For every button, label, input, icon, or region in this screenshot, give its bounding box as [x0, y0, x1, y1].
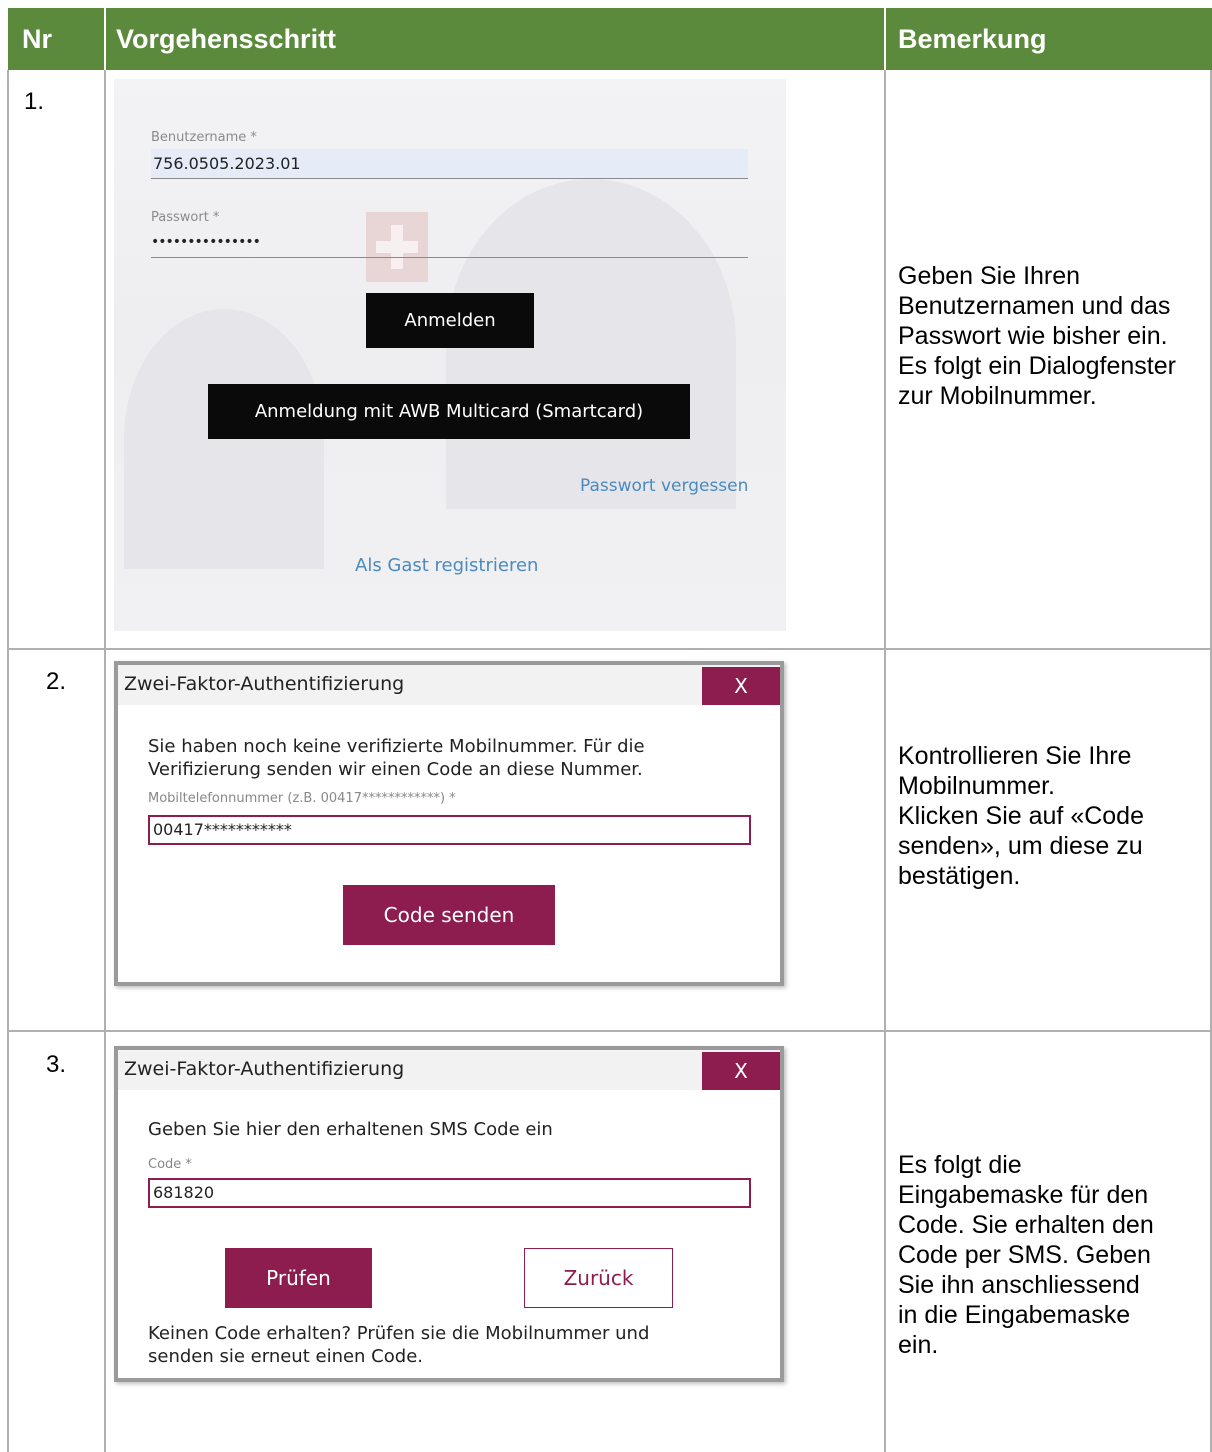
mobile-number-label: Mobiltelefonnummer (z.B. 00417**********… — [148, 791, 456, 806]
remark-line: in die Eingabemaske — [898, 1301, 1131, 1329]
remark-line: senden», um diese zu — [898, 832, 1143, 860]
background-dome — [124, 309, 324, 569]
remark-line: Code. Sie erhalten den — [898, 1211, 1154, 1239]
register-guest-link[interactable]: Als Gast registrieren — [355, 555, 538, 576]
forgot-password-link[interactable]: Passwort vergessen — [580, 476, 748, 496]
grid-line — [7, 648, 1212, 650]
header-nr: Nr — [8, 8, 104, 70]
username-underline — [151, 178, 748, 179]
sms-code-dialog: Zwei-Faktor-Authentifizierung X Geben Si… — [114, 1046, 784, 1382]
remark-line: Kontrollieren Sie Ihre — [898, 742, 1132, 770]
login-button[interactable]: Anmelden — [366, 293, 534, 348]
code-label: Code * — [148, 1157, 192, 1172]
dialog-hint: senden sie erneut einen Code. — [148, 1346, 423, 1367]
dialog-title: Zwei-Faktor-Authentifizierung — [124, 1058, 405, 1080]
back-button[interactable]: Zurück — [524, 1248, 673, 1308]
row-number: 1. — [24, 88, 45, 115]
dialog-text: Verifizierung senden wir einen Code an d… — [148, 759, 643, 780]
username-field[interactable]: 756.0505.2023.01 — [153, 154, 301, 173]
remark-line: Klicken Sie auf «Code — [898, 802, 1144, 830]
remark-line: Sie ihn anschliessend — [898, 1271, 1140, 1299]
grid-line — [104, 70, 106, 1452]
remark-step-2: Kontrollieren Sie Ihre Mobilnummer. Klic… — [898, 741, 1198, 891]
grid-line — [884, 70, 886, 1452]
header-remark: Bemerkung — [886, 8, 1212, 70]
row-number: 3. — [46, 1051, 67, 1078]
remark-line: Es folgt die — [898, 1151, 1022, 1179]
dialog-hint: Keinen Code erhalten? Prüfen sie die Mob… — [148, 1323, 650, 1344]
remark-line: Eingabemaske für den — [898, 1181, 1149, 1209]
grid-line — [7, 70, 9, 1452]
username-label: Benutzername * — [151, 130, 257, 145]
header-step: Vorgehensschritt — [106, 8, 884, 70]
row-number: 2. — [46, 668, 67, 695]
close-button[interactable]: X — [702, 667, 780, 705]
password-underline — [151, 257, 748, 258]
flag-cross — [376, 241, 418, 253]
check-button[interactable]: Prüfen — [225, 1248, 372, 1308]
password-label: Passwort * — [151, 210, 220, 225]
grid-line — [7, 1030, 1212, 1032]
login-screenshot: Benutzername * 756.0505.2023.01 Passwort… — [114, 79, 786, 631]
mobile-verification-dialog: Zwei-Faktor-Authentifizierung X Sie habe… — [114, 661, 784, 986]
dialog-text: Geben Sie hier den erhaltenen SMS Code e… — [148, 1119, 553, 1140]
mobile-number-input[interactable]: 00417*********** — [148, 815, 751, 845]
remark-line: Mobilnummer. — [898, 772, 1055, 800]
code-input[interactable]: 681820 — [148, 1178, 751, 1208]
remark-step-1: Geben Sie Ihren Benutzernamen und das Pa… — [898, 262, 1176, 410]
smartcard-login-button[interactable]: Anmeldung mit AWB Multicard (Smartcard) — [208, 384, 690, 439]
remark-line: Code per SMS. Geben — [898, 1241, 1151, 1269]
dialog-title: Zwei-Faktor-Authentifizierung — [124, 673, 405, 695]
remark-line: bestätigen. — [898, 862, 1021, 890]
send-code-button[interactable]: Code senden — [343, 885, 555, 945]
remark-step-3: Es folgt die Eingabemaske für den Code. … — [898, 1150, 1198, 1360]
close-button[interactable]: X — [702, 1052, 780, 1090]
password-field[interactable]: ••••••••••••••• — [151, 234, 261, 250]
dialog-text: Sie haben noch keine verifizierte Mobiln… — [148, 736, 645, 757]
remark-line: ein. — [898, 1331, 939, 1359]
